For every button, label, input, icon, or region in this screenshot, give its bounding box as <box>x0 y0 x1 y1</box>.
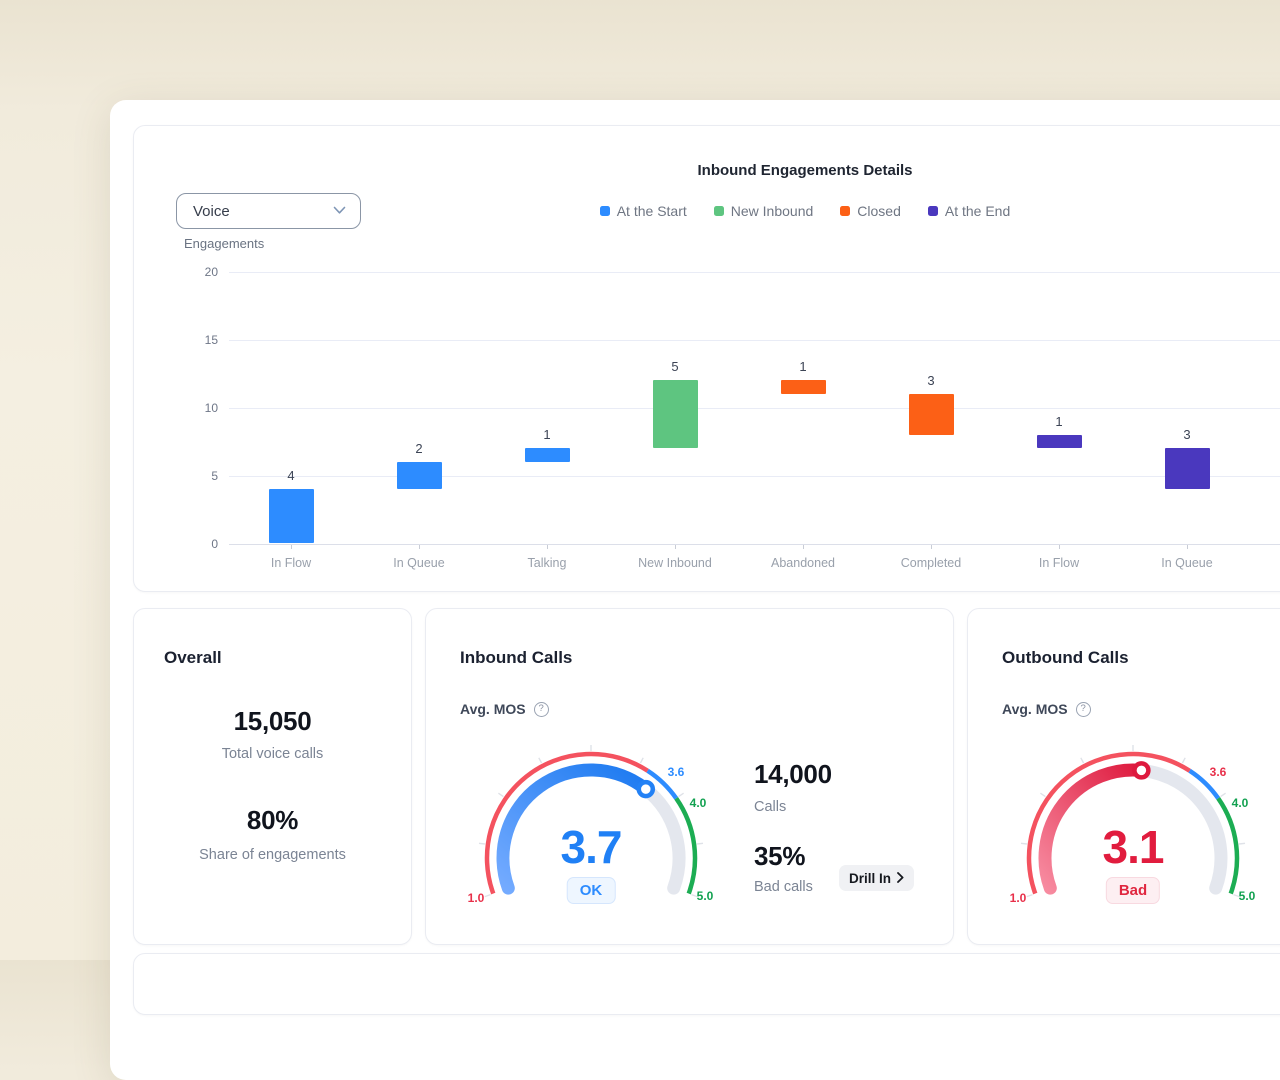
y-axis-tick-label: 0 <box>134 536 218 552</box>
bad-calls-value: 35% <box>754 841 805 872</box>
x-axis-category-label: Talking <box>483 555 611 571</box>
bar-value-label: 1 <box>1029 414 1089 430</box>
bar-talking[interactable] <box>525 448 570 462</box>
dashboard-window: Inbound Engagements Details Voice At the… <box>110 100 1280 1080</box>
legend-item[interactable]: New Inbound <box>714 203 814 219</box>
legend-item[interactable]: Closed <box>840 203 901 219</box>
calls-value: 14,000 <box>754 759 832 790</box>
outbound-card-title: Outbound Calls <box>1002 648 1129 668</box>
chart-legend: At the Start New Inbound Closed At the End <box>134 202 1280 220</box>
x-axis-category-label: Abandoned <box>739 555 867 571</box>
legend-label: Closed <box>857 203 901 219</box>
gauge-scale-label: 1.0 <box>468 891 485 905</box>
gridline <box>229 476 1280 477</box>
x-axis-tick <box>803 545 804 549</box>
total-voice-calls-label: Total voice calls <box>134 746 411 762</box>
bar-value-label: 3 <box>1157 427 1217 443</box>
chart-title: Inbound Engagements Details <box>134 162 1280 179</box>
gridline <box>229 408 1280 409</box>
legend-swatch-icon <box>714 206 724 216</box>
bar-in-flow[interactable] <box>1037 435 1082 449</box>
inbound-card-title: Inbound Calls <box>460 648 572 668</box>
x-axis-category-label: New Inbound <box>611 555 739 571</box>
avg-mos-label: Avg. MOS <box>1002 701 1068 717</box>
mos-status-badge: Bad <box>1106 877 1160 904</box>
bar-in-queue[interactable] <box>397 462 442 489</box>
calls-label: Calls <box>754 799 786 815</box>
gauge-scale-label: 3.6 <box>1210 765 1227 779</box>
x-axis-category-label: In Queue <box>355 555 483 571</box>
share-of-engagements-label: Share of engagements <box>134 847 411 863</box>
inbound-calls-card: Inbound Calls Avg. MOS ? 3.7 OK 1.0 3.6 4.… <box>425 608 954 945</box>
x-axis-tick <box>1059 545 1060 549</box>
bar-value-label: 1 <box>773 359 833 375</box>
total-voice-calls-value: 15,050 <box>134 706 411 737</box>
overall-card-title: Overall <box>164 648 222 668</box>
info-icon[interactable]: ? <box>1076 702 1091 717</box>
legend-label: At the End <box>945 203 1010 219</box>
legend-swatch-icon <box>928 206 938 216</box>
gridline <box>229 340 1280 341</box>
y-axis-tick-label: 10 <box>134 400 218 416</box>
gridline <box>229 544 1280 545</box>
x-axis-tick <box>1187 545 1188 549</box>
bar-value-label: 3 <box>901 373 961 389</box>
x-axis-tick <box>675 545 676 549</box>
gauge-scale-label: 3.6 <box>668 765 685 779</box>
bar-value-label: 2 <box>389 441 449 457</box>
gauge-scale-label: 4.0 <box>690 796 707 810</box>
next-row-card-edge <box>133 953 1280 1015</box>
bar-new-inbound[interactable] <box>653 380 698 448</box>
x-axis-category-label: In Queue <box>1123 555 1251 571</box>
drill-in-button[interactable]: Drill In <box>839 865 914 891</box>
bar-in-queue[interactable] <box>1165 448 1210 489</box>
engagements-chart-card: Inbound Engagements Details Voice At the… <box>133 125 1280 592</box>
x-axis-category-label: In Flow <box>227 555 355 571</box>
x-axis-tick <box>291 545 292 549</box>
y-axis-tick-label: 20 <box>134 264 218 280</box>
legend-swatch-icon <box>840 206 850 216</box>
y-axis-title: Engagements <box>184 236 264 251</box>
mos-value: 3.1 <box>1013 820 1253 874</box>
share-of-engagements-value: 80% <box>134 805 411 836</box>
x-axis-tick <box>419 545 420 549</box>
bar-value-label: 4 <box>261 468 321 484</box>
y-axis-tick-label: 15 <box>134 332 218 348</box>
bar-in-flow[interactable] <box>269 489 314 543</box>
bar-value-label: 5 <box>645 359 705 375</box>
gauge-scale-label: 4.0 <box>1232 796 1249 810</box>
gauge-scale-label: 5.0 <box>697 889 714 903</box>
legend-item[interactable]: At the Start <box>600 203 687 219</box>
info-icon[interactable]: ? <box>534 702 549 717</box>
overall-card: Overall 15,050 Total voice calls 80% Sha… <box>133 608 412 945</box>
chevron-right-icon <box>897 871 904 886</box>
x-axis-tick <box>931 545 932 549</box>
mos-gauge: 3.1 Bad 1.0 3.6 4.0 5.0 <box>1013 736 1253 911</box>
x-axis-tick <box>547 545 548 549</box>
y-axis-tick-label: 5 <box>134 468 218 484</box>
bar-value-label: 1 <box>517 427 577 443</box>
avg-mos-label: Avg. MOS <box>460 701 526 717</box>
mos-status-badge: OK <box>567 877 616 904</box>
gridline <box>229 272 1280 273</box>
bar-completed[interactable] <box>909 394 954 435</box>
legend-item[interactable]: At the End <box>928 203 1010 219</box>
legend-label: At the Start <box>617 203 687 219</box>
x-axis-category-label: In Flow <box>995 555 1123 571</box>
bar-abandoned[interactable] <box>781 380 826 394</box>
mos-value: 3.7 <box>471 820 711 874</box>
outbound-calls-card: Outbound Calls Avg. MOS ? 3.1 Bad 1.0 3.6… <box>967 608 1280 945</box>
mos-gauge: 3.7 OK 1.0 3.6 4.0 5.0 <box>471 736 711 911</box>
legend-label: New Inbound <box>731 203 814 219</box>
bad-calls-label: Bad calls <box>754 879 813 895</box>
gauge-scale-label: 5.0 <box>1239 889 1256 903</box>
legend-swatch-icon <box>600 206 610 216</box>
gauge-scale-label: 1.0 <box>1010 891 1027 905</box>
x-axis-category-label: Completed <box>867 555 995 571</box>
